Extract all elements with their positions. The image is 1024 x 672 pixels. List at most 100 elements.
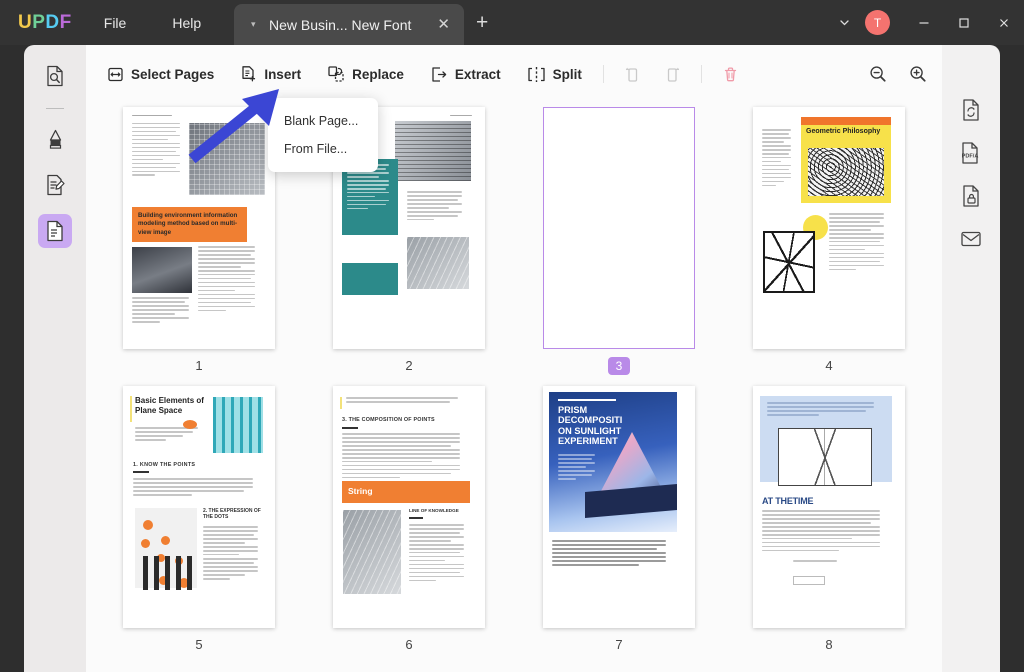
protect-document-icon [963, 185, 979, 207]
main-panel: Select Pages Insert Replace Extract Spli… [86, 45, 942, 672]
delete-page-button[interactable] [715, 58, 747, 90]
page-cell[interactable]: Geometric Philosophy 4 [753, 107, 905, 386]
extract-button[interactable]: Extract [421, 60, 510, 89]
avatar[interactable]: T [865, 10, 890, 35]
split-page-icon [527, 66, 545, 82]
toolbar-divider-2 [700, 65, 702, 83]
sidebar-divider [46, 108, 64, 109]
maximize-button[interactable] [944, 0, 984, 45]
page-number: 6 [405, 637, 413, 652]
page-cell[interactable]: Building environment information modelin… [123, 107, 275, 386]
insert-label: Insert [264, 66, 302, 82]
pages-toolbar: Select Pages Insert Replace Extract Spli… [86, 45, 942, 103]
insert-dropdown-menu: Blank Page... From File... [268, 98, 378, 172]
page4-title: Geometric Philosophy [806, 128, 881, 135]
page-thumbnail[interactable]: Building environment information modelin… [123, 107, 275, 349]
select-pages-button[interactable]: Select Pages [98, 60, 223, 89]
chevron-down-icon[interactable]: ▾ [251, 19, 263, 30]
page-number: 8 [825, 637, 833, 652]
page-thumbnail-grid: Building environment information modelin… [86, 103, 942, 672]
insert-button[interactable]: Insert [231, 59, 310, 89]
menu-help[interactable]: Help [158, 9, 215, 37]
split-button[interactable]: Split [518, 60, 591, 89]
page-cell-selected[interactable]: 3 [543, 107, 695, 386]
sidebar-item-protect[interactable] [954, 179, 988, 213]
sidebar-item-highlighter[interactable] [38, 122, 72, 156]
annotate-edit-icon [46, 174, 65, 196]
page6-subhead: LINE OF KNOWLEDGE [409, 508, 459, 513]
delete-page-icon [725, 66, 737, 81]
toolbar-divider [602, 65, 604, 83]
right-rail [1000, 45, 1024, 672]
replace-page-icon [328, 66, 344, 82]
close-button[interactable] [984, 0, 1024, 45]
rotate-right-icon [668, 67, 680, 82]
sidebar-item-email[interactable] [954, 222, 988, 256]
page-thumbnail[interactable]: AT THETIME [753, 386, 905, 628]
close-icon[interactable]: ✕ [437, 17, 450, 32]
right-sidebar: PDF/A [942, 45, 1000, 672]
page-number: 3 [607, 357, 631, 375]
convert-document-icon [963, 99, 979, 121]
page-cell[interactable]: 3. THE COMPOSITION OF POINTS String LINE… [333, 386, 485, 665]
sidebar-item-pdfa[interactable]: PDF/A [954, 136, 988, 170]
pdfa-icon: PDF/A [962, 141, 979, 164]
page-cell[interactable]: AT THETIME 8 [753, 386, 905, 665]
left-sidebar [24, 45, 86, 672]
app-body: PDF/A Select Pages Insert Replace Extrac… [0, 45, 1024, 672]
page6-title: 3. THE COMPOSITION OF POINTS [342, 417, 435, 423]
pdfa-label: PDF/A [962, 153, 979, 159]
tab-title: New Busin... New Font [269, 16, 412, 33]
rotate-right-button[interactable] [657, 58, 689, 90]
zoom-out-icon [870, 66, 886, 82]
insert-page-icon [242, 66, 256, 82]
chevron-down-icon[interactable] [827, 0, 861, 45]
sidebar-item-convert[interactable] [954, 93, 988, 127]
organize-pages-icon [47, 220, 63, 242]
page-cell[interactable]: Basic Elements of Plane Space 1. KNOW TH… [123, 386, 275, 665]
rotate-left-button[interactable] [617, 58, 649, 90]
title-bar: UPDF File Help ▾ New Busin... New Font ✕… [0, 0, 1024, 45]
page-thumbnail[interactable]: Geometric Philosophy [753, 107, 905, 349]
menu-item-from-file[interactable]: From File... [268, 135, 378, 163]
page-number: 4 [825, 358, 833, 373]
menu-file[interactable]: File [90, 9, 141, 37]
left-rail [0, 45, 24, 672]
page-thumbnail[interactable]: 3. THE COMPOSITION OF POINTS String LINE… [333, 386, 485, 628]
page-thumbnail[interactable] [543, 107, 695, 349]
page8-title: AT THETIME [762, 496, 814, 506]
page-thumbnail[interactable]: PRISM DECOMPOSITI ON SUNLIGHT EXPERIMENT [543, 386, 695, 628]
page5-subhead-1: 1. KNOW THE POINTS [133, 462, 196, 468]
sidebar-item-organize-pages[interactable] [38, 214, 72, 248]
window-controls: T [827, 0, 1024, 45]
page-thumbnail[interactable]: Basic Elements of Plane Space 1. KNOW TH… [123, 386, 275, 628]
replace-label: Replace [352, 66, 404, 82]
zoom-in-button[interactable] [902, 58, 934, 90]
page5-subhead-2: 2. THE EXPRESSION OF THE DOTS [203, 508, 261, 521]
page-number: 5 [195, 637, 203, 652]
zoom-out-button[interactable] [862, 58, 894, 90]
search-document-icon [47, 65, 63, 87]
page1-banner: Building environment information modelin… [132, 207, 247, 243]
split-label: Split [552, 66, 582, 82]
sidebar-item-search[interactable] [38, 59, 72, 93]
rotate-left-icon [626, 67, 638, 82]
page-number: 2 [405, 358, 413, 373]
select-pages-icon [108, 67, 123, 81]
sidebar-item-annotate[interactable] [38, 168, 72, 202]
replace-button[interactable]: Replace [318, 59, 413, 89]
extract-page-icon [432, 66, 447, 82]
zoom-in-icon [910, 66, 926, 82]
document-tab[interactable]: ▾ New Busin... New Font ✕ [234, 4, 464, 45]
page-cell[interactable]: PRISM DECOMPOSITI ON SUNLIGHT EXPERIMENT [543, 386, 695, 665]
page-number: 7 [615, 637, 623, 652]
new-tab-button[interactable]: + [476, 12, 488, 33]
menu-item-blank-page[interactable]: Blank Page... [268, 107, 378, 135]
share-email-icon [961, 231, 981, 247]
extract-label: Extract [454, 66, 501, 82]
page-number: 1 [195, 358, 203, 373]
highlighter-icon [49, 129, 61, 149]
page5-title: Basic Elements of Plane Space [135, 396, 204, 415]
updf-logo: UPDF [18, 11, 72, 33]
minimize-button[interactable] [904, 0, 944, 45]
